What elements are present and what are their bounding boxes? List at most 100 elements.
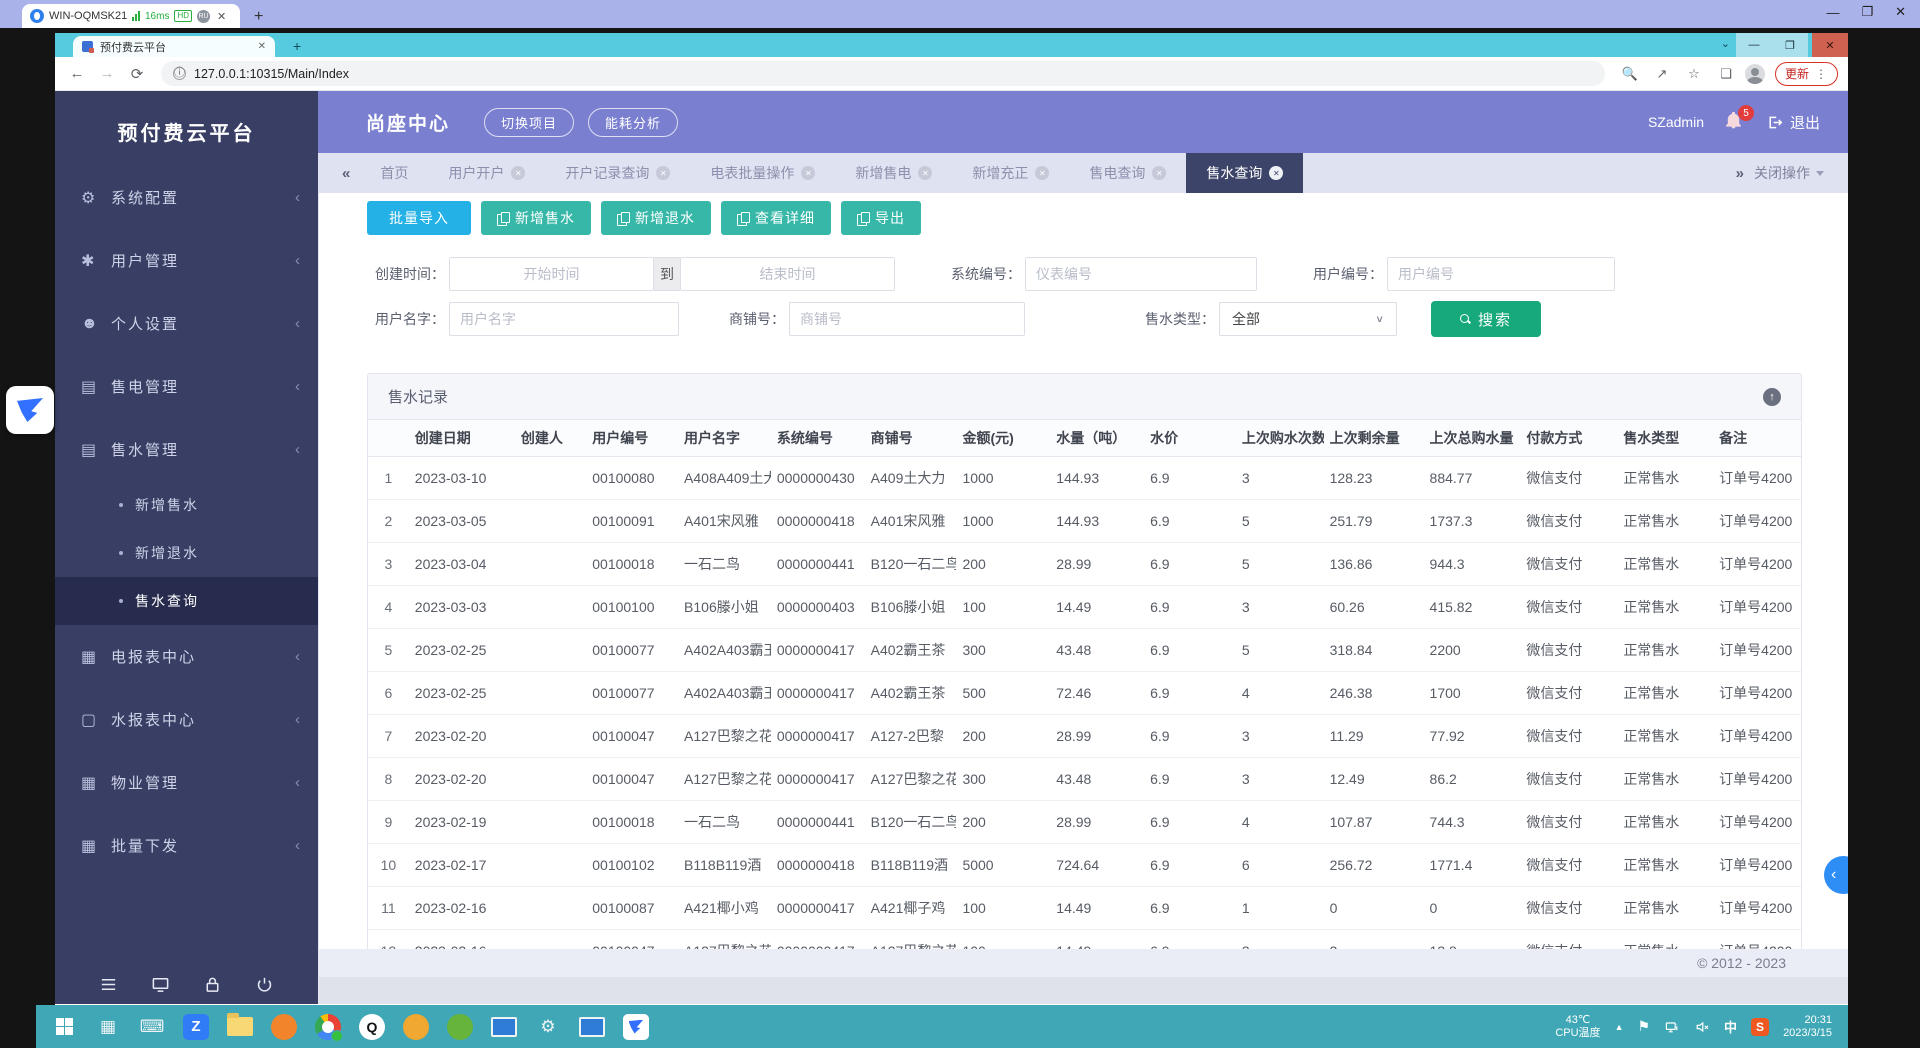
table-row[interactable]: 42023-03-0300100100B106滕小姐0000000403B106…	[368, 585, 1801, 628]
sidebar-item-water-sale[interactable]: ▤售水管理‹	[55, 418, 318, 481]
taskbar-icon-app-grid[interactable]: ▦	[86, 1005, 130, 1048]
tray-expand-icon[interactable]: ▲	[1615, 1022, 1624, 1032]
user-name-input[interactable]	[449, 302, 679, 336]
taskbar-icon-qq[interactable]: Q	[350, 1005, 394, 1048]
table-row[interactable]: 12023-03-1000100080A408A409土大力0000000430…	[368, 456, 1801, 499]
browser-new-tab-button[interactable]: +	[293, 38, 301, 54]
back-icon[interactable]: ←	[65, 65, 89, 82]
shop-no-input[interactable]	[789, 302, 1025, 336]
remote-minimize-button[interactable]: —	[1826, 5, 1839, 20]
new-water-refund-button[interactable]: 新增退水	[601, 201, 711, 235]
collapse-panel-icon[interactable]: ↑	[1763, 388, 1781, 406]
table-row[interactable]: 22023-03-0500100091A401宋风雅0000000418A401…	[368, 499, 1801, 542]
page-tab-新增充正[interactable]: 新增充正✕	[952, 153, 1069, 193]
monitor-icon[interactable]	[151, 975, 170, 994]
sidebar-item-property-management[interactable]: ▦物业管理‹	[55, 751, 318, 814]
network-icon[interactable]	[1664, 1019, 1680, 1035]
close-operations-dropdown[interactable]: 关闭操作	[1754, 163, 1834, 183]
table-row[interactable]: 112023-02-1600100087A421椰小鸡0000000417A42…	[368, 886, 1801, 929]
table-row[interactable]: 92023-02-1900100018一石二鸟0000000441B120一石二…	[368, 800, 1801, 843]
taskbar-icon-app-green[interactable]	[438, 1005, 482, 1048]
user-no-input[interactable]	[1387, 257, 1615, 291]
browser-tab-close-icon[interactable]: ✕	[258, 41, 266, 52]
table-row[interactable]: 52023-02-2500100077A402A403霸王茶0000000417…	[368, 628, 1801, 671]
taskbar-icon-fax-viewer[interactable]: ⌨	[130, 1005, 174, 1048]
side-panel-icon[interactable]: ❏	[1713, 66, 1739, 82]
taskbar-icon-display-app-2[interactable]	[570, 1005, 614, 1048]
browser-tab[interactable]: 预付费云平台 ✕	[73, 36, 275, 57]
remote-new-tab-button[interactable]: +	[254, 8, 263, 26]
flag-icon[interactable]: ⚑	[1637, 1018, 1650, 1035]
profile-avatar[interactable]	[1745, 64, 1765, 84]
rdp-pin-chevron-icon[interactable]: ⌄	[1721, 37, 1730, 50]
url-bar[interactable]: ⓘ 127.0.0.1:10315/Main/Index	[161, 61, 1605, 86]
logout-button[interactable]: 退出	[1766, 112, 1820, 133]
page-tab-售水查询[interactable]: 售水查询✕	[1186, 153, 1303, 193]
power-icon[interactable]	[255, 975, 274, 994]
taskbar-icon-start-button[interactable]	[42, 1005, 86, 1048]
tabs-scroll-right-icon[interactable]: »	[1726, 165, 1754, 182]
sidebar-item-system-config[interactable]: ⚙系统配置‹	[55, 166, 318, 229]
bookmark-star-icon[interactable]: ☆	[1681, 66, 1707, 82]
tab-close-icon[interactable]: ✕	[656, 166, 670, 180]
volume-muted-icon[interactable]	[1694, 1019, 1710, 1035]
share-icon[interactable]: ↗	[1649, 66, 1675, 82]
window-close-button[interactable]: ✕	[1812, 33, 1848, 57]
taskbar-icon-display-app[interactable]	[482, 1005, 526, 1048]
sidebar-subitem-water-sale-query[interactable]: 售水查询	[55, 577, 318, 625]
sidebar-item-personal-settings[interactable]: ☻个人设置‹	[55, 292, 318, 355]
page-tab-售电查询[interactable]: 售电查询✕	[1069, 153, 1186, 193]
lock-icon[interactable]	[203, 975, 222, 994]
site-info-icon[interactable]: ⓘ	[173, 67, 186, 80]
reload-icon[interactable]: ⟳	[125, 65, 149, 83]
taskbar-icon-chrome[interactable]	[306, 1005, 350, 1048]
tab-close-icon[interactable]: ✕	[1035, 166, 1049, 180]
taskbar-icon-feishu[interactable]	[614, 1005, 658, 1048]
sidebar-item-water-report-center[interactable]: ▢水报表中心‹	[55, 688, 318, 751]
taskbar-icon-file-explorer[interactable]	[218, 1005, 262, 1048]
energy-analysis-button[interactable]: 能耗分析	[588, 108, 678, 137]
tabs-scroll-left-icon[interactable]: «	[332, 165, 360, 182]
sidebar-item-batch-dispatch[interactable]: ▦批量下发‹	[55, 814, 318, 877]
water-type-select[interactable]: 全部 ∨	[1219, 302, 1397, 336]
remote-tab-close-icon[interactable]: ✕	[217, 10, 226, 23]
ime-indicator[interactable]: 中	[1724, 1017, 1737, 1036]
table-row[interactable]: 102023-02-1700100102B118B119酒0000000418B…	[368, 843, 1801, 886]
page-tab-用户开户[interactable]: 用户开户✕	[428, 153, 545, 193]
forward-icon[interactable]: →	[95, 65, 119, 82]
sogou-icon[interactable]: S	[1751, 1018, 1769, 1036]
window-minimize-button[interactable]: —	[1736, 33, 1772, 57]
page-tab-开户记录查询[interactable]: 开户记录查询✕	[545, 153, 690, 193]
menu-hamburger-icon[interactable]	[99, 975, 118, 994]
sidebar-subitem-new-water-refund[interactable]: 新增退水	[55, 529, 318, 577]
sidebar-item-electric-sale[interactable]: ▤售电管理‹	[55, 355, 318, 418]
system-no-input[interactable]	[1025, 257, 1257, 291]
tab-close-icon[interactable]: ✕	[511, 166, 525, 180]
switch-project-button[interactable]: 切换项目	[484, 108, 574, 137]
table-row[interactable]: 82023-02-2000100047A127巴黎之花0000000417A12…	[368, 757, 1801, 800]
taskbar-icon-settings-gear[interactable]: ⚙	[526, 1005, 570, 1048]
remote-close-button[interactable]: ✕	[1895, 4, 1906, 20]
taskbar-icon-app-orange[interactable]	[394, 1005, 438, 1048]
notification-bell-icon[interactable]: 5	[1724, 111, 1746, 133]
tab-close-icon[interactable]: ✕	[1269, 166, 1283, 180]
tab-close-icon[interactable]: ✕	[1152, 166, 1166, 180]
sidebar-item-electric-report-center[interactable]: ▦电报表中心‹	[55, 625, 318, 688]
end-time-input[interactable]	[680, 257, 895, 291]
remote-restore-button[interactable]: ❐	[1861, 4, 1873, 20]
taskbar-icon-wps-office[interactable]: Z	[174, 1005, 218, 1048]
table-row[interactable]: 32023-03-0400100018一石二鸟0000000441B120一石二…	[368, 542, 1801, 585]
menu-dots-icon[interactable]: ⋮	[1815, 67, 1828, 81]
export-button[interactable]: 导出	[841, 201, 921, 235]
sidebar-subitem-new-water-sale[interactable]: 新增售水	[55, 481, 318, 529]
taskbar-icon-firefox[interactable]	[262, 1005, 306, 1048]
chrome-update-button[interactable]: 更新 ⋮	[1775, 62, 1838, 86]
zoom-icon[interactable]: 🔍	[1617, 66, 1643, 82]
start-time-input[interactable]	[449, 257, 654, 291]
new-water-sale-button[interactable]: 新增售水	[481, 201, 591, 235]
tab-close-icon[interactable]: ✕	[918, 166, 932, 180]
view-detail-button[interactable]: 查看详细	[721, 201, 831, 235]
remote-session-tab[interactable]: WIN-OQMSK21... 16ms HD RU ✕	[22, 4, 240, 28]
page-tab-电表批量操作[interactable]: 电表批量操作✕	[690, 153, 835, 193]
search-button[interactable]: 搜索	[1431, 301, 1541, 337]
